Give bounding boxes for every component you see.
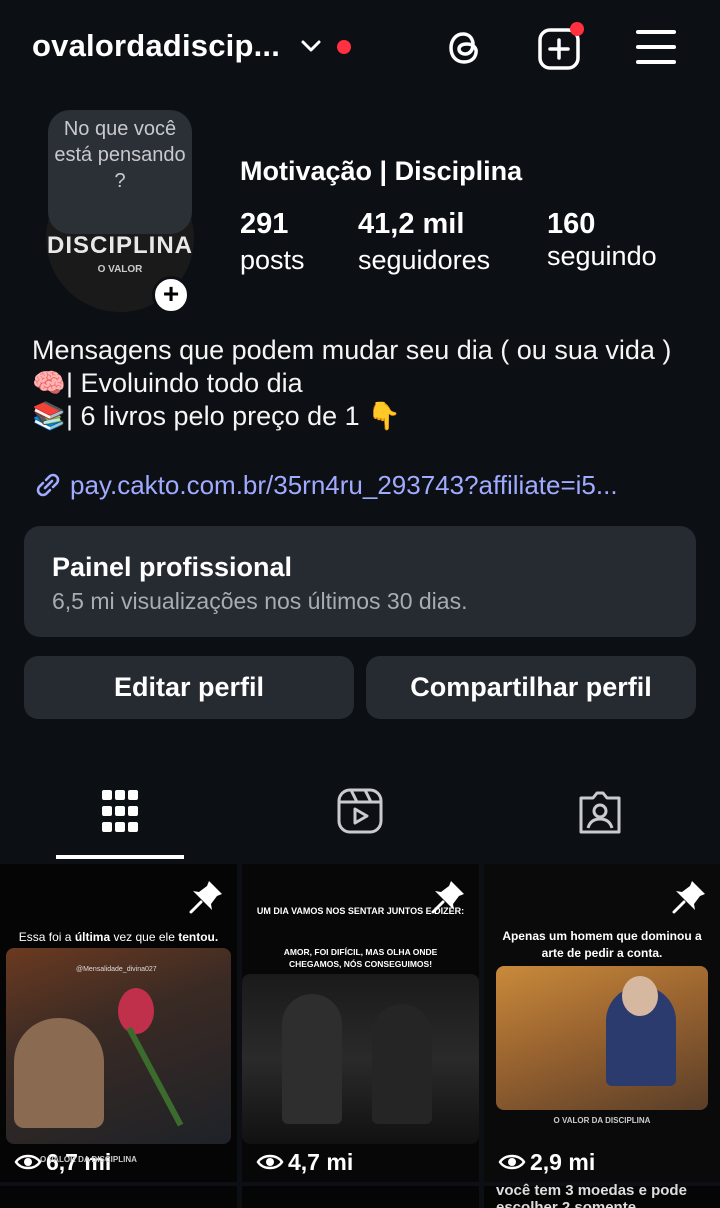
eye-icon xyxy=(256,1154,284,1170)
threads-icon[interactable] xyxy=(442,26,486,70)
eye-icon xyxy=(498,1154,526,1170)
bio-link[interactable]: pay.cakto.com.br/35rn4ru_293743?affiliat… xyxy=(32,470,702,501)
rose-shape xyxy=(118,988,154,1034)
display-name: Motivação | Disciplina xyxy=(240,156,523,186)
posts-grid: Essa foi a última vez que ele tentou. @M… xyxy=(0,864,720,1208)
post-caption: Apenas um homem que dominou a arte de pe… xyxy=(502,929,702,960)
followers-label: seguidores xyxy=(358,245,491,275)
books-icon: 📚 xyxy=(32,401,66,431)
bio-link-text: pay.cakto.com.br/35rn4ru_293743?affiliat… xyxy=(70,470,618,500)
top-bar: ovalordadiscip... xyxy=(0,0,720,96)
post-thumbnail[interactable] xyxy=(242,1186,479,1208)
pin-icon xyxy=(431,881,464,914)
menu-icon[interactable] xyxy=(636,28,676,66)
post-caption-body: AMOR, FOI DIFÍCIL, MAS OLHA ONDE CHEGAMO… xyxy=(283,947,438,969)
chevron-down-icon[interactable] xyxy=(300,38,322,54)
post-thumbnail[interactable]: você tem 3 moedas e pode escolher 2 some… xyxy=(484,1182,720,1208)
post-caption: Essa foi a última vez que ele tentou. xyxy=(18,930,219,944)
photo-watermark: @Mensalidade_divina027 xyxy=(76,966,157,973)
reels-icon[interactable] xyxy=(337,788,383,834)
head-shape xyxy=(622,976,658,1016)
link-icon xyxy=(36,473,60,497)
share-profile-button[interactable]: Compartilhar perfil xyxy=(366,656,696,719)
eye-icon xyxy=(14,1154,42,1170)
posts-label: posts xyxy=(240,245,305,275)
post-footer: O VALOR DA DISCIPLINA xyxy=(40,1155,137,1164)
edit-profile-button[interactable]: Editar perfil xyxy=(24,656,354,719)
person-shape xyxy=(14,1018,104,1128)
post-footer: O VALOR DA DISCIPLINA xyxy=(553,1116,651,1125)
profile-avatar-area: DISCIPLINA O VALOR No que você está pens… xyxy=(44,110,194,318)
post-photo xyxy=(496,966,708,1110)
stat-followers[interactable]: 41,2 mil seguidores xyxy=(358,208,490,276)
rose-stem xyxy=(126,1026,184,1127)
tagged-icon[interactable] xyxy=(577,790,623,836)
bio-line: 📚| 6 livros pelo preço de 1 👇 xyxy=(32,401,401,431)
person-shape xyxy=(372,1004,432,1124)
bio-line: 🧠| Evoluindo todo dia xyxy=(32,368,303,398)
professional-dashboard[interactable]: Painel profissional 6,5 mi visualizações… xyxy=(24,526,696,637)
add-story-icon[interactable]: + xyxy=(152,276,190,314)
note-bubble[interactable]: No que você está pensando ? xyxy=(48,110,192,234)
bio-line: Mensagens que podem mudar seu dia ( ou s… xyxy=(32,335,672,365)
dashboard-subtitle: 6,5 mi visualizações nos últimos 30 dias… xyxy=(52,588,468,614)
stat-posts[interactable]: 291 posts xyxy=(240,208,305,276)
person-shape xyxy=(282,994,342,1124)
following-label: seguindo xyxy=(547,241,657,271)
post-views: 2,9 mi xyxy=(498,1149,595,1176)
avatar-subtext: O VALOR xyxy=(97,264,143,275)
post-views: 4,7 mi xyxy=(256,1149,353,1176)
post-photo xyxy=(242,974,479,1144)
avatar-text: DISCIPLINA xyxy=(46,232,193,259)
post-photo: @Mensalidade_divina027 xyxy=(6,948,231,1144)
post-thumbnail[interactable]: Essa foi a última vez que ele tentou. @M… xyxy=(0,864,237,1182)
username-switcher[interactable]: ovalordadiscip... xyxy=(32,28,280,64)
active-tab-indicator xyxy=(56,855,184,859)
notification-dot xyxy=(570,22,584,36)
content-tabs xyxy=(0,760,720,860)
pin-icon xyxy=(672,881,705,914)
brain-icon: 🧠 xyxy=(32,368,66,398)
grid-icon[interactable] xyxy=(102,790,138,834)
posts-count: 291 xyxy=(240,208,289,240)
post-thumbnail[interactable] xyxy=(0,1186,237,1208)
dashboard-title: Painel profissional xyxy=(52,552,293,582)
notification-dot xyxy=(337,40,351,54)
bio: Mensagens que podem mudar seu dia ( ou s… xyxy=(32,334,702,433)
following-count: 160 xyxy=(547,208,596,240)
pin-icon xyxy=(189,881,222,914)
post-thumbnail[interactable]: Apenas um homem que dominou a arte de pe… xyxy=(484,864,720,1182)
followers-count: 41,2 mil xyxy=(358,208,465,240)
post-thumbnail[interactable]: UM DIA VAMOS NOS SENTAR JUNTOS E DIZER: … xyxy=(242,864,479,1182)
post-caption-partial: você tem 3 moedas e pode escolher 2 some… xyxy=(496,1182,687,1208)
stat-following[interactable]: 160 seguindo xyxy=(547,208,657,272)
